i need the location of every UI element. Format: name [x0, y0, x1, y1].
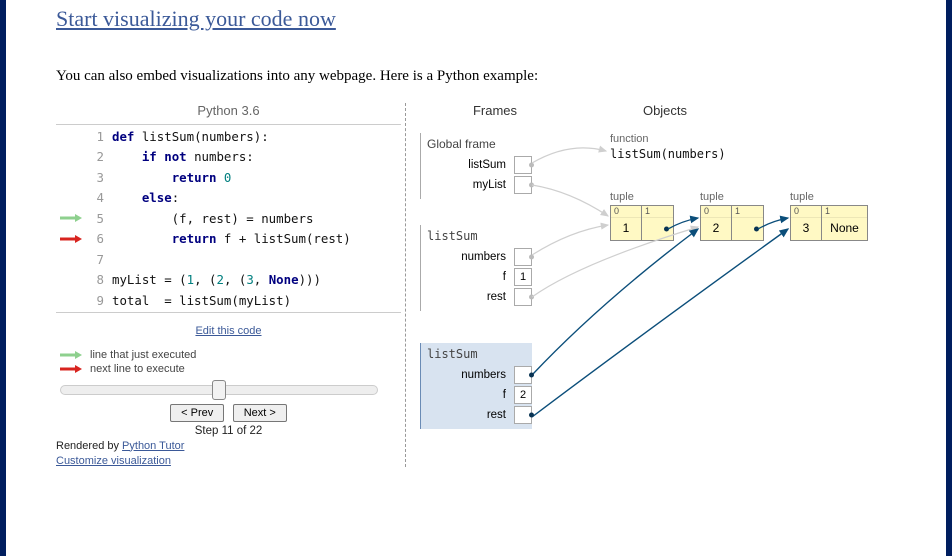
- code-line: 3 return 0: [56, 167, 401, 188]
- tuple-label: tuple: [790, 191, 814, 203]
- frame-call-2-active: listSum numbers f2 rest: [420, 343, 532, 429]
- visualizer: Python 3.6 1def listSum(numbers):2 if no…: [56, 103, 896, 467]
- start-visualizing-link[interactable]: Start visualizing your code now: [56, 6, 336, 32]
- code-line: 9total = listSum(myList): [56, 290, 401, 311]
- next-button[interactable]: Next >: [233, 404, 287, 422]
- tuple-1: 01 1: [610, 205, 674, 241]
- function-signature: listSum(numbers): [610, 147, 726, 161]
- code-line: 8myList = (1, (2, (3, None))): [56, 270, 401, 291]
- function-label: function: [610, 133, 649, 145]
- tuple-label: tuple: [610, 191, 634, 203]
- legend-just-executed: line that just executed: [60, 349, 401, 361]
- pointer-dot: [514, 248, 532, 266]
- prev-button[interactable]: < Prev: [170, 404, 224, 422]
- frame-global: Global frame listSum myList: [420, 133, 532, 199]
- tuple-3: 03 1None: [790, 205, 868, 241]
- frames-objects-panel: Frames Objects Global frame listSum myLi…: [420, 103, 896, 467]
- pointer-dot: [514, 288, 532, 306]
- language-label: Python 3.6: [56, 103, 401, 118]
- pointer-dot: [514, 366, 532, 384]
- value-box: 1: [514, 268, 532, 286]
- python-tutor-link[interactable]: Python Tutor: [122, 440, 184, 452]
- code-line: 7: [56, 249, 401, 270]
- frames-header: Frames: [420, 103, 570, 118]
- code-line: 5 (f, rest) = numbers: [56, 208, 401, 229]
- value-box: 2: [514, 386, 532, 404]
- legend-next-line: next line to execute: [60, 363, 401, 375]
- code-block: 1def listSum(numbers):2 if not numbers:3…: [56, 124, 401, 313]
- pointer-dot: [514, 156, 532, 174]
- step-counter: Step 11 of 22: [56, 425, 401, 437]
- pointer-dot: [514, 176, 532, 194]
- step-slider[interactable]: [56, 385, 401, 395]
- code-line: 6 return f + listSum(rest): [56, 229, 401, 250]
- code-panel: Python 3.6 1def listSum(numbers):2 if no…: [56, 103, 401, 467]
- intro-text: You can also embed visualizations into a…: [56, 68, 896, 85]
- code-line: 4 else:: [56, 188, 401, 209]
- frame-call-1: listSum numbers f1 rest: [420, 225, 532, 311]
- objects-header: Objects: [570, 103, 720, 118]
- rendered-by-prefix: Rendered by: [56, 440, 122, 452]
- tuple-2: 02 1: [700, 205, 764, 241]
- code-line: 2 if not numbers:: [56, 147, 401, 168]
- edit-code-link[interactable]: Edit this code: [195, 325, 261, 337]
- arrow-just-executed-icon: [60, 350, 82, 360]
- pointer-dot: [514, 406, 532, 424]
- tuple-label: tuple: [700, 191, 724, 203]
- code-line: 1def listSum(numbers):: [56, 126, 401, 147]
- customize-link[interactable]: Customize visualization: [56, 455, 171, 467]
- arrow-next-icon: [60, 364, 82, 374]
